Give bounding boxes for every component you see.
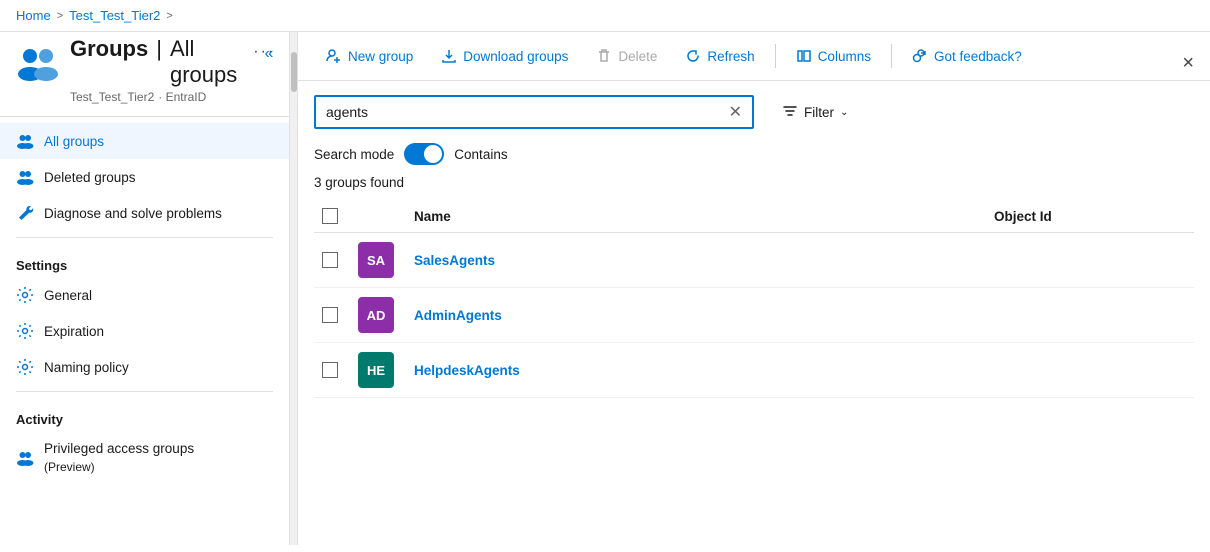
row1-checkbox[interactable]	[322, 252, 338, 268]
header-tenant: Test_Test_Tier2	[70, 90, 154, 104]
feedback-label: Got feedback?	[934, 49, 1022, 64]
row2-name-link[interactable]: AdminAgents	[414, 308, 502, 323]
download-icon	[441, 48, 457, 64]
people-privileged-icon	[16, 449, 34, 467]
delete-label: Delete	[618, 49, 657, 64]
download-groups-button[interactable]: Download groups	[429, 42, 580, 70]
sidebar-item-label: Naming policy	[44, 360, 129, 375]
columns-icon	[796, 48, 812, 64]
new-group-label: New group	[348, 49, 413, 64]
refresh-icon	[685, 48, 701, 64]
people-deleted-icon	[16, 168, 34, 186]
toolbar-divider	[775, 44, 776, 68]
wrench-icon	[16, 204, 34, 222]
sidebar-item-deleted-groups[interactable]: Deleted groups	[0, 159, 289, 195]
sidebar-item-privileged[interactable]: Privileged access groups(Preview)	[0, 431, 289, 484]
delete-button[interactable]: Delete	[584, 42, 669, 70]
breadcrumb-tier2[interactable]: Test_Test_Tier2	[69, 8, 160, 23]
sidebar-item-label: Deleted groups	[44, 170, 136, 185]
sidebar-item-label: Diagnose and solve problems	[44, 206, 222, 221]
sidebar-item-expiration[interactable]: Expiration	[0, 313, 289, 349]
sidebar-item-all-groups[interactable]: All groups	[0, 123, 289, 159]
sidebar-item-label: All groups	[44, 134, 104, 149]
activity-section-label: Activity	[0, 398, 289, 431]
row2-checkbox[interactable]	[322, 307, 338, 323]
toggle-knob	[424, 145, 442, 163]
filter-label: Filter	[804, 105, 834, 120]
select-all-checkbox[interactable]	[322, 208, 338, 224]
page-title: Groups	[70, 36, 148, 62]
search-mode-label: Search mode	[314, 147, 394, 162]
search-mode-toggle[interactable]	[404, 143, 444, 165]
row1-name-link[interactable]: SalesAgents	[414, 253, 495, 268]
sidebar-item-diagnose[interactable]: Diagnose and solve problems	[0, 195, 289, 231]
col-name-header: Name	[414, 209, 982, 224]
row2-avatar: AD	[358, 297, 394, 333]
filter-chevron-icon: ⌄	[840, 107, 848, 118]
search-mode-value: Contains	[454, 147, 507, 162]
columns-label: Columns	[818, 49, 871, 64]
gear-naming-icon	[16, 358, 34, 376]
new-group-button[interactable]: New group	[314, 42, 425, 70]
sidebar-item-label: Expiration	[44, 324, 104, 339]
row3-checkbox[interactable]	[322, 362, 338, 378]
page-subtitle: All groups	[170, 36, 237, 88]
settings-section-label: Settings	[0, 244, 289, 277]
toolbar-divider2	[891, 44, 892, 68]
breadcrumb-chevron1: >	[57, 10, 63, 22]
row3-avatar: HE	[358, 352, 394, 388]
breadcrumb-home[interactable]: Home	[16, 8, 51, 23]
table-row: SA SalesAgents	[314, 233, 1194, 288]
table-row: AD AdminAgents	[314, 288, 1194, 343]
feedback-button[interactable]: Got feedback?	[900, 42, 1034, 70]
sidebar-item-naming-policy[interactable]: Naming policy	[0, 349, 289, 385]
feedback-icon	[912, 48, 928, 64]
sidebar-item-label: General	[44, 288, 92, 303]
search-clear-btn[interactable]: ✕	[729, 102, 742, 122]
title-separator: |	[156, 36, 162, 62]
groups-icon	[16, 40, 60, 84]
people-icon	[16, 132, 34, 150]
delete-icon	[596, 48, 612, 64]
refresh-label: Refresh	[707, 49, 754, 64]
close-button[interactable]: ×	[1182, 52, 1194, 75]
sidebar-collapse-btn[interactable]: «	[255, 40, 283, 68]
refresh-button[interactable]: Refresh	[673, 42, 766, 70]
row1-avatar: SA	[358, 242, 394, 278]
row3-name-link[interactable]: HelpdeskAgents	[414, 363, 520, 378]
results-count: 3 groups found	[298, 169, 1210, 200]
columns-button[interactable]: Columns	[784, 42, 883, 70]
sidebar-item-label: Privileged access groups(Preview)	[44, 440, 194, 475]
download-label: Download groups	[463, 49, 568, 64]
gear-expiration-icon	[16, 322, 34, 340]
breadcrumb-chevron2: >	[166, 10, 172, 22]
filter-btn[interactable]: Filter ⌄	[782, 103, 848, 122]
search-input[interactable]	[326, 104, 721, 120]
col-objectid-header: Object Id	[994, 209, 1194, 224]
gear-icon	[16, 286, 34, 304]
header-entra: · EntraID	[158, 90, 206, 104]
filter-icon	[782, 103, 798, 122]
new-group-icon	[326, 48, 342, 64]
sidebar-item-general[interactable]: General	[0, 277, 289, 313]
table-row: HE HelpdeskAgents	[314, 343, 1194, 398]
